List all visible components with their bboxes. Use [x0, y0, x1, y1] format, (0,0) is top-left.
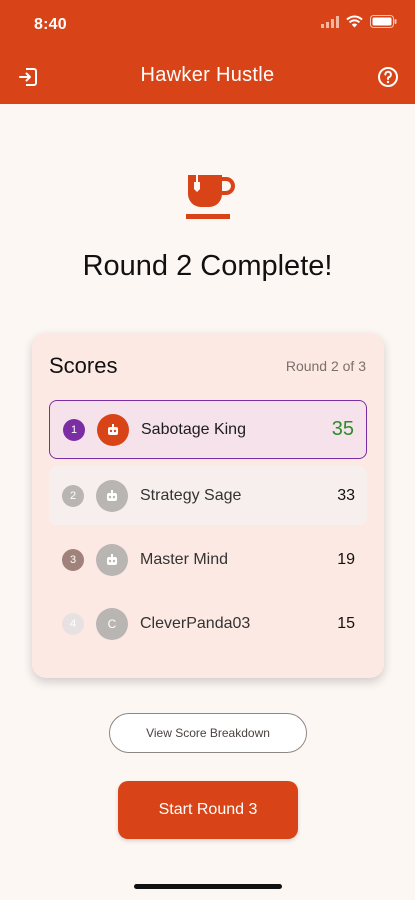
round-indicator: Round 2 of 3 [285, 358, 366, 374]
player-name: CleverPanda03 [140, 614, 251, 632]
home-indicator [134, 884, 282, 889]
wifi-icon [346, 15, 363, 28]
cup-icon [186, 175, 235, 219]
header: 8:40 Hawker Hustle [0, 0, 415, 104]
round-complete-heading: Round 2 Complete! [82, 250, 333, 282]
avatar: C [96, 607, 128, 640]
score-row: 2 Strategy Sage 33 [49, 466, 367, 525]
score-row: 3 Master Mind 19 [49, 530, 367, 589]
app-title: Hawker Hustle [140, 64, 275, 86]
scores-card: Scores Round 2 of 3 1 Sabotage King 35 2… [32, 333, 384, 678]
rank-badge: 4 [62, 612, 84, 635]
score-row: 1 Sabotage King 35 [49, 400, 367, 459]
score-row: 4 C CleverPanda03 15 [49, 594, 367, 653]
rank-badge: 1 [63, 418, 85, 441]
rank-badge: 2 [62, 484, 84, 507]
player-score: 35 [331, 418, 354, 440]
rank-badge: 3 [62, 548, 84, 571]
battery-icon [370, 15, 397, 28]
scores-title: Scores [49, 353, 118, 378]
status-time: 8:40 [34, 16, 67, 33]
player-score: 33 [337, 486, 355, 504]
cellular-icon [321, 15, 339, 28]
help-icon[interactable] [377, 66, 399, 88]
view-score-breakdown-button[interactable]: View Score Breakdown [109, 713, 307, 753]
player-name: Strategy Sage [140, 486, 242, 504]
robot-icon [97, 413, 129, 446]
player-name: Sabotage King [141, 420, 246, 438]
player-score: 15 [337, 614, 355, 632]
robot-icon [96, 543, 128, 576]
start-round-button[interactable]: Start Round 3 [118, 781, 298, 839]
robot-icon [96, 479, 128, 512]
status-icons [321, 15, 397, 28]
player-score: 19 [337, 550, 355, 568]
player-name: Master Mind [140, 550, 229, 568]
